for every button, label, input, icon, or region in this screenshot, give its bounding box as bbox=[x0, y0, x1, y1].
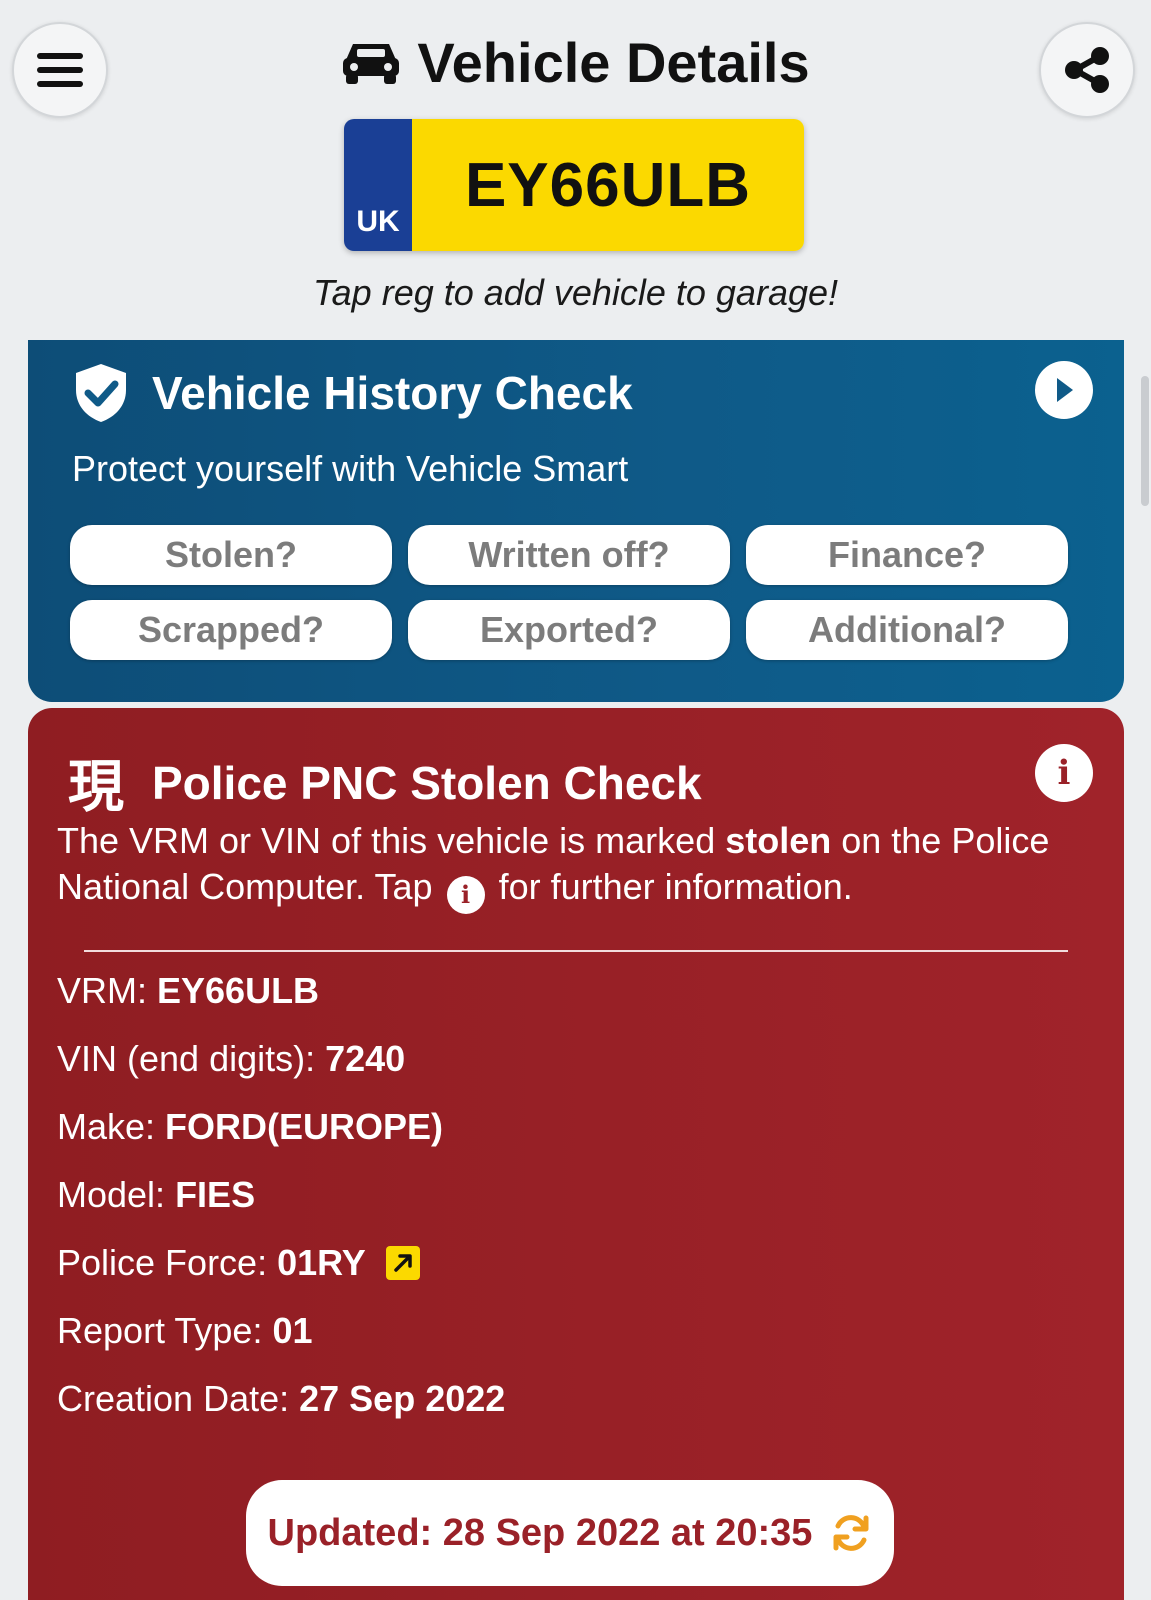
share-icon bbox=[1065, 47, 1109, 93]
updated-refresh-button[interactable]: Updated: 28 Sep 2022 at 20:35 bbox=[246, 1480, 894, 1586]
play-arrow-icon bbox=[1057, 378, 1073, 402]
history-check-go-button[interactable] bbox=[1035, 361, 1093, 419]
stolen-check-panel: 現 Police PNC Stolen Check i The VRM or V… bbox=[28, 708, 1124, 1600]
exported-check-button[interactable]: Exported? bbox=[408, 600, 730, 660]
history-check-title: Vehicle History Check bbox=[152, 367, 633, 419]
scrapped-check-button[interactable]: Scrapped? bbox=[70, 600, 392, 660]
page-title-row: Vehicle Details bbox=[0, 30, 1151, 95]
stolen-glyph-icon: 現 bbox=[68, 755, 124, 818]
info-button[interactable]: i bbox=[1035, 744, 1093, 802]
stolen-check-heading: 現 Police PNC Stolen Check bbox=[68, 742, 702, 823]
field-value: 7240 bbox=[325, 1038, 406, 1079]
field-make: Make: FORD(EUROPE) bbox=[57, 1106, 443, 1148]
page-title: Vehicle Details bbox=[417, 31, 810, 94]
history-check-heading: Vehicle History Check bbox=[72, 362, 633, 424]
car-icon bbox=[343, 43, 400, 84]
field-report-type: Report Type: 01 bbox=[57, 1310, 313, 1352]
plate-country-band: UK bbox=[344, 119, 412, 251]
history-check-panel[interactable]: Vehicle History Check Protect yourself w… bbox=[28, 340, 1124, 702]
field-value: EY66ULB bbox=[157, 970, 320, 1011]
stolen-check-button[interactable]: Stolen? bbox=[70, 525, 392, 585]
external-link-icon[interactable] bbox=[385, 1246, 420, 1280]
field-vrm: VRM: EY66ULB bbox=[57, 970, 319, 1012]
field-label: Creation Date: bbox=[57, 1378, 290, 1419]
field-value: FIES bbox=[175, 1174, 256, 1215]
field-label: VIN (end digits): bbox=[57, 1038, 316, 1079]
field-label: Model: bbox=[57, 1174, 166, 1215]
desc-text-3: for further information. bbox=[488, 866, 853, 907]
history-check-subtitle: Protect yourself with Vehicle Smart bbox=[72, 448, 629, 489]
plate-registration: EY66ULB bbox=[412, 119, 804, 251]
divider bbox=[84, 950, 1068, 952]
stolen-check-title: Police PNC Stolen Check bbox=[152, 756, 702, 809]
plate-country: UK bbox=[356, 205, 400, 238]
field-vin: VIN (end digits): 7240 bbox=[57, 1038, 405, 1080]
info-icon: i bbox=[1057, 753, 1071, 793]
field-model: Model: FIES bbox=[57, 1174, 255, 1216]
inline-info-icon: i bbox=[446, 876, 485, 914]
registration-plate[interactable]: UK EY66ULB bbox=[344, 119, 804, 251]
written-off-check-button[interactable]: Written off? bbox=[408, 525, 730, 585]
field-police-force: Police Force: 01RY bbox=[57, 1242, 420, 1284]
field-label: Police Force: bbox=[57, 1242, 268, 1283]
desc-text-1: The VRM or VIN of this vehicle is marked bbox=[57, 820, 726, 861]
stolen-description: The VRM or VIN of this vehicle is marked… bbox=[57, 818, 1077, 914]
field-value: 01RY bbox=[277, 1242, 366, 1283]
updated-timestamp: Updated: 28 Sep 2022 at 20:35 bbox=[267, 1511, 813, 1554]
refresh-icon bbox=[833, 1515, 869, 1551]
field-value: FORD(EUROPE) bbox=[165, 1106, 444, 1147]
scrollbar[interactable] bbox=[1141, 376, 1149, 506]
desc-bold-stolen: stolen bbox=[725, 820, 832, 861]
shield-check-icon bbox=[76, 364, 126, 422]
field-label: Make: bbox=[57, 1106, 156, 1147]
field-label: VRM: bbox=[57, 970, 147, 1011]
share-button[interactable] bbox=[1039, 22, 1135, 118]
field-creation-date: Creation Date: 27 Sep 2022 bbox=[57, 1378, 505, 1420]
garage-hint: Tap reg to add vehicle to garage! bbox=[312, 272, 839, 313]
additional-check-button[interactable]: Additional? bbox=[746, 600, 1068, 660]
finance-check-button[interactable]: Finance? bbox=[746, 525, 1068, 585]
field-value: 27 Sep 2022 bbox=[299, 1378, 506, 1419]
field-value: 01 bbox=[272, 1310, 313, 1351]
field-label: Report Type: bbox=[57, 1310, 263, 1351]
